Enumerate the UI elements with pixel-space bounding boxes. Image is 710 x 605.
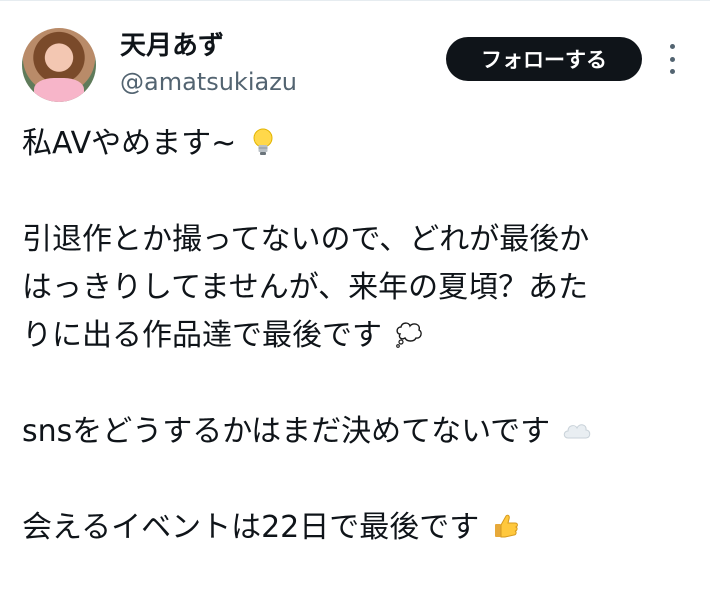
user-handle[interactable]: @amatsukiazu	[120, 70, 297, 94]
tweet-line: りに出る作品達で最後です	[22, 312, 692, 360]
cloud-icon	[563, 424, 590, 439]
tweet-line: 会えるイベントは22日で最後です	[22, 504, 692, 552]
tweet-line: 私AVやめます~	[22, 120, 692, 168]
tweet-text: 私AVやめます~ 引退作とか撮ってないので、どれが最後か はっきりしてませんが、…	[22, 120, 692, 552]
more-options-icon[interactable]	[664, 44, 680, 74]
tweet-line: はっきりしてませんが、来年の夏頃？あた	[22, 270, 589, 305]
avatar[interactable]	[22, 28, 96, 102]
follow-button[interactable]: フォローする	[446, 37, 642, 81]
tweet-line: snsをどうするかはまだ決めてないです	[22, 408, 692, 456]
display-name[interactable]: 天月あず	[120, 33, 224, 59]
thought-balloon-icon	[395, 322, 422, 348]
light-bulb-icon	[253, 128, 273, 155]
thumbs-up-icon	[494, 514, 518, 538]
tweet-line: 引退作とか撮ってないので、どれが最後か	[22, 222, 590, 257]
tweet-header: 天月あず @amatsukiazu フォローする	[0, 0, 710, 110]
